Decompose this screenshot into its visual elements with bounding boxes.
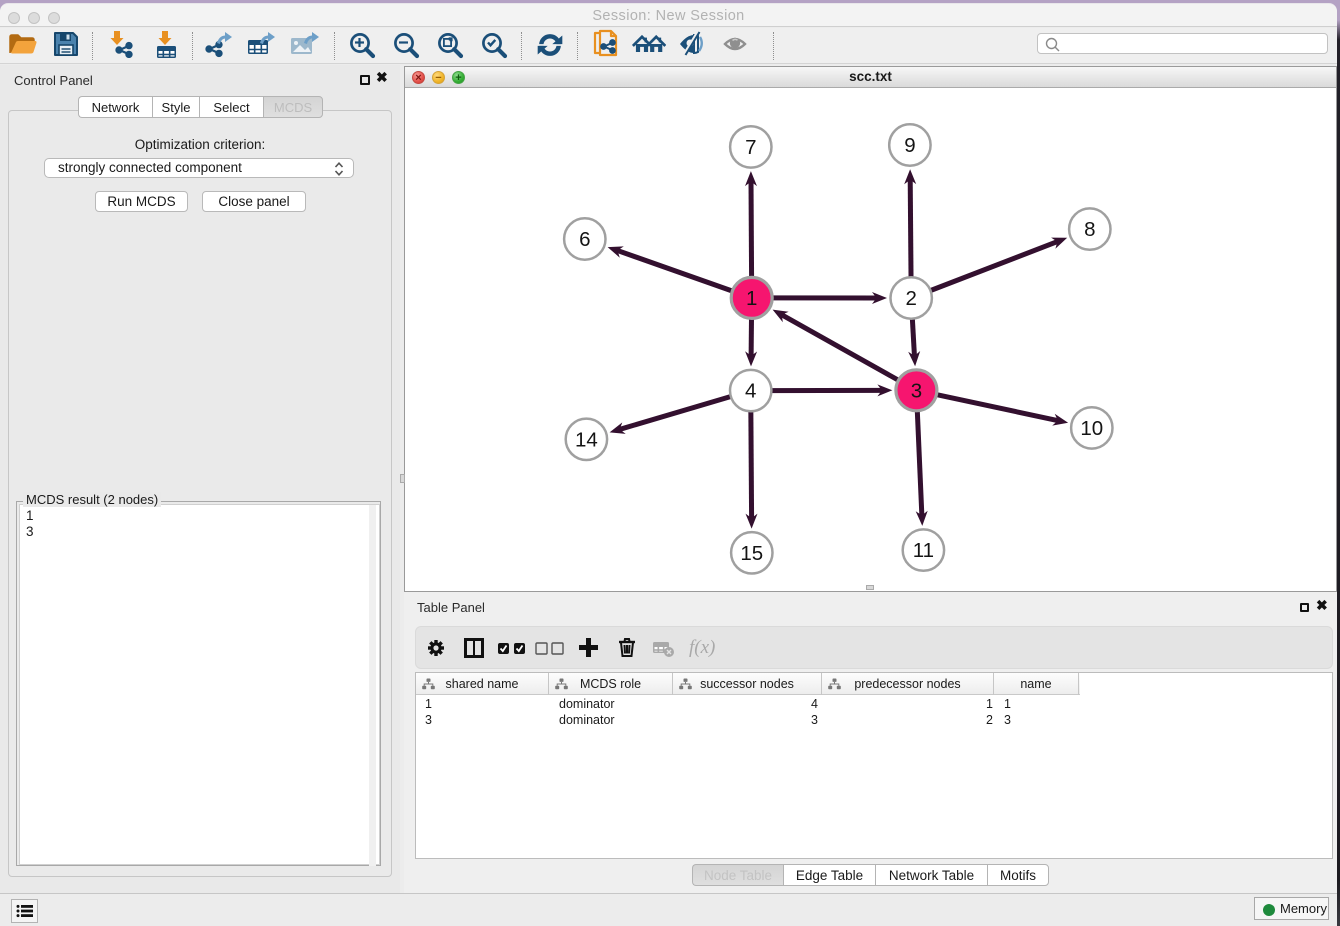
svg-text:10: 10 [1080, 417, 1103, 440]
svg-text:2: 2 [905, 287, 916, 310]
svg-text:11: 11 [913, 539, 934, 562]
svg-text:6: 6 [579, 228, 590, 251]
svg-text:14: 14 [575, 428, 598, 451]
svg-text:7: 7 [745, 136, 756, 159]
svg-text:3: 3 [911, 379, 922, 402]
svg-text:1: 1 [746, 287, 757, 310]
svg-text:f(x): f(x) [689, 637, 715, 658]
svg-text:9: 9 [904, 134, 915, 157]
svg-text:4: 4 [745, 380, 756, 403]
svg-text:15: 15 [740, 542, 763, 565]
svg-text:8: 8 [1084, 218, 1095, 241]
